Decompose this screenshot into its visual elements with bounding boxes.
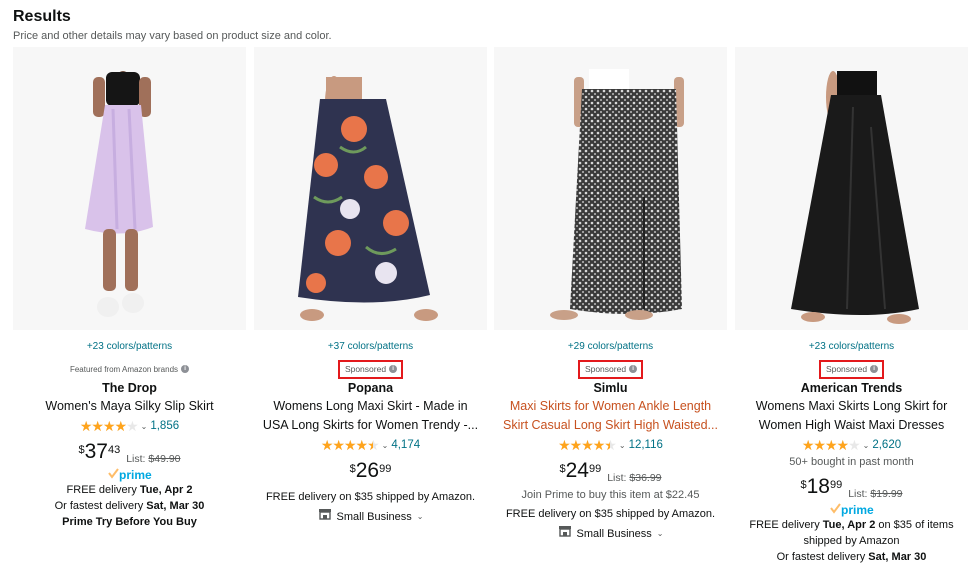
chevron-down-icon[interactable]: ⌄ [382,441,389,450]
colors-patterns-link[interactable]: +37 colors/patterns [254,340,487,354]
chevron-down-icon[interactable]: ⌄ [863,441,870,450]
product-title[interactable]: Womens Maxi Skirts Long Skirt for Women … [735,397,968,435]
product-photo-black-maxi [791,71,919,324]
list-price: List: $36.99 [607,472,662,484]
info-icon: i [181,365,190,373]
results-subtitle: Price and other details may vary based o… [13,30,332,42]
delivery-info: FREE delivery Tue, Apr 2 [66,484,193,496]
chevron-down-icon: ⌄ [416,511,424,521]
star-rating-icon[interactable]: ★★★★★★★★★★ [802,437,861,454]
product-photo-printed-maxi [550,69,684,320]
prime-logo-icon: prime [13,468,246,482]
sponsored-label: Sponsored [344,363,387,374]
product-card: +37 colors/patterns Sponsored i Popana W… [254,47,487,583]
prime-logo-icon: prime [735,503,968,517]
featured-label: Featured from Amazon brands [69,364,179,374]
product-card: +23 colors/patterns Sponsored i American… [735,47,968,583]
price[interactable]: $ 37 43 List: $49.90 [13,440,246,466]
results-title: Results [13,8,71,25]
product-title[interactable]: Maxi Skirts for Women Ankle Length Skirt… [494,397,727,435]
delivery-info: FREE delivery Tue, Apr 2 on $35 of items [749,519,954,531]
star-rating-icon[interactable]: ★★★★★★★★★★ [80,418,139,435]
featured-badge[interactable]: Featured from Amazon brands i [69,364,190,374]
colors-patterns-link[interactable]: +23 colors/patterns [13,340,246,354]
delivery-info: FREE delivery on $35 shipped by Amazon. [505,508,716,520]
rating-row: ★★★★★★★★★★ ⌄ 2,620 [735,435,968,455]
product-image[interactable] [735,47,968,330]
small-business-label: Small Business [336,510,412,523]
star-rating-icon[interactable]: ★★★★★★★★★★ [321,437,380,454]
results-header: Results Price and other details may vary… [13,7,332,44]
rating-count[interactable]: 1,856 [150,420,179,432]
product-photo-maya-skirt [85,71,153,317]
sponsored-label: Sponsored [825,363,868,374]
list-price: List: $49.90 [126,453,181,465]
list-price: List: $19.99 [848,488,903,500]
brand-name: American Trends [800,381,903,395]
product-image[interactable] [13,47,246,330]
colors-patterns-link[interactable]: +23 colors/patterns [735,340,968,354]
prime-offer: Join Prime to buy this item at $22.45 [521,489,700,501]
product-title[interactable]: Womens Long Maxi Skirt - Made in USA Lon… [254,397,487,435]
small-business-badge[interactable]: Small Business ⌄ [254,508,487,525]
chevron-down-icon[interactable]: ⌄ [619,441,626,450]
sponsored-badge[interactable]: Sponsored i [577,359,644,379]
brand-name: Popana [347,381,394,395]
small-business-label: Small Business [576,527,652,540]
brand-name: Simlu [593,381,628,395]
brand-name: The Drop [102,381,157,395]
rating-count[interactable]: 2,620 [872,439,901,451]
info-icon: i [629,365,638,373]
info-icon: i [389,365,398,373]
chevron-down-icon[interactable]: ⌄ [141,422,148,431]
rating-row: ★★★★★★★★★★ ⌄ 4,174 [254,435,487,455]
chevron-down-icon: ⌄ [656,528,664,538]
prime-try-before-you-buy: Prime Try Before You Buy [62,516,197,528]
sponsored-label: Sponsored [584,363,627,374]
storefront-icon [318,508,332,525]
fastest-delivery-info: Or fastest delivery Sat, Mar 30 [776,551,927,563]
delivery-info: FREE delivery on $35 shipped by Amazon. [265,491,476,503]
price[interactable]: $ 24 99 List: $36.99 [494,459,727,485]
rating-count[interactable]: 4,174 [391,439,420,451]
product-card: +29 colors/patterns Sponsored i Simlu Ma… [494,47,727,583]
storefront-icon [558,525,572,542]
product-card: +23 colors/patterns Featured from Amazon… [13,47,246,583]
sponsored-badge[interactable]: Sponsored i [818,359,885,379]
rating-count[interactable]: 12,116 [629,439,663,451]
svg-text:prime: prime [841,503,874,517]
sponsored-badge[interactable]: Sponsored i [337,359,404,379]
price[interactable]: $ 18 99 List: $19.99 [735,475,968,501]
small-business-badge[interactable]: Small Business ⌄ [494,525,727,542]
rating-row: ★★★★★★★★★★ ⌄ 1,856 [13,416,246,436]
star-rating-icon[interactable]: ★★★★★★★★★★ [558,437,617,454]
price[interactable]: $ 26 99 [254,459,487,485]
fastest-delivery-info: Or fastest delivery Sat, Mar 30 [54,500,205,512]
product-image[interactable] [254,47,487,330]
product-photo-floral-maxi [298,76,438,321]
product-image[interactable] [494,47,727,330]
svg-text:prime: prime [119,468,152,482]
delivery-info-line2: shipped by Amazon [803,535,900,547]
product-title[interactable]: Women's Maya Silky Slip Skirt [13,397,246,416]
rating-row: ★★★★★★★★★★ ⌄ 12,116 [494,435,727,455]
colors-patterns-link[interactable]: +29 colors/patterns [494,340,727,354]
bought-past-month: 50+ bought in past month [789,456,914,468]
info-icon: i [870,365,879,373]
